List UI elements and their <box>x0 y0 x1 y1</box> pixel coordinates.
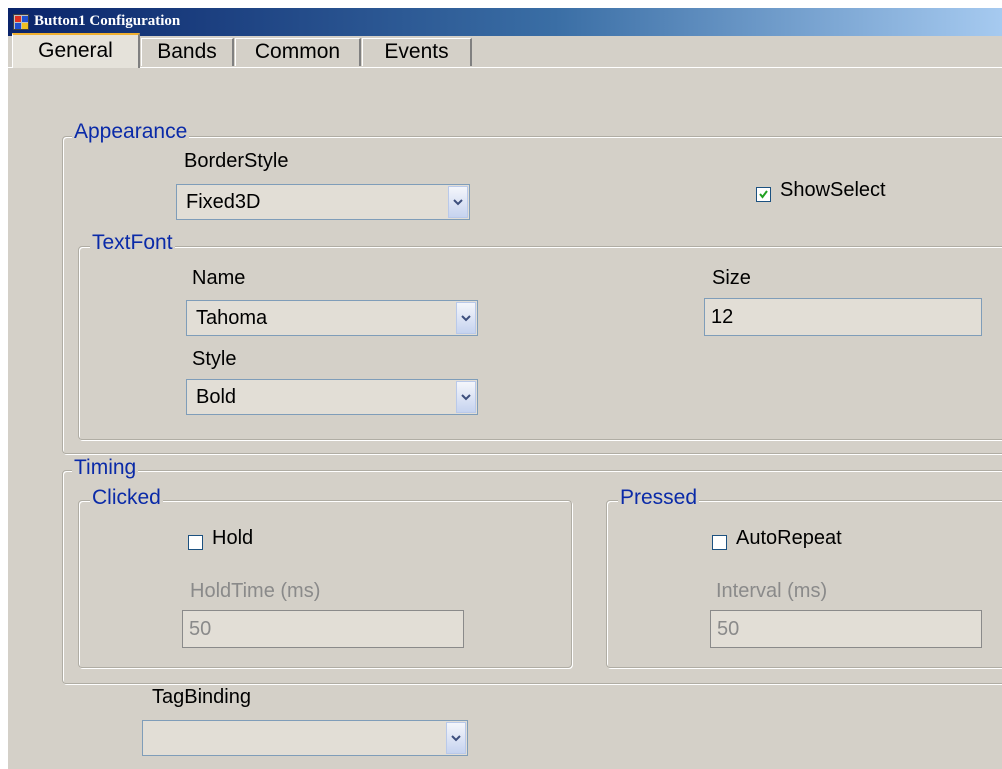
font-size-input[interactable]: 12 <box>704 298 982 336</box>
interval-input[interactable]: 50 <box>710 610 982 648</box>
interval-label: Interval (ms) <box>716 580 828 602</box>
border-style-combo[interactable]: Fixed3D <box>176 184 470 220</box>
hold-time-value: 50 <box>189 618 212 640</box>
pressed-legend: Pressed <box>618 486 700 510</box>
tag-binding-label: TagBinding <box>152 686 251 708</box>
chevron-down-icon[interactable] <box>456 302 476 334</box>
auto-repeat-checkbox[interactable] <box>712 535 727 550</box>
font-style-value: Bold <box>196 386 237 408</box>
hold-checkbox[interactable] <box>188 535 203 550</box>
clicked-legend: Clicked <box>90 486 163 510</box>
border-style-value: Fixed3D <box>186 191 261 213</box>
font-size-label: Size <box>712 267 751 289</box>
font-name-value: Tahoma <box>196 307 268 329</box>
auto-repeat-label: AutoRepeat <box>736 527 842 549</box>
hold-label: Hold <box>212 527 254 549</box>
general-tab-pane: Appearance BorderStyle Fixed3D ShowSelec… <box>10 68 1002 769</box>
chevron-down-icon[interactable] <box>446 722 466 754</box>
show-select-label: ShowSelect <box>780 179 886 201</box>
font-size-value: 12 <box>711 306 734 328</box>
tab-general[interactable]: General <box>12 33 140 68</box>
tab-events[interactable]: Events <box>362 38 472 66</box>
text-font-legend: TextFont <box>90 231 175 255</box>
window-title: Button1 Configuration <box>34 13 181 29</box>
font-name-label: Name <box>192 267 246 289</box>
app-icon <box>13 14 29 30</box>
chevron-down-icon[interactable] <box>448 186 468 218</box>
config-window: Button1 Configuration General Bands Comm… <box>8 8 1002 769</box>
timing-legend: Timing <box>72 456 139 480</box>
font-style-combo[interactable]: Bold <box>186 379 478 415</box>
font-name-combo[interactable]: Tahoma <box>186 300 478 336</box>
border-style-label: BorderStyle <box>184 150 289 172</box>
tag-binding-combo[interactable] <box>142 720 468 756</box>
tab-bands[interactable]: Bands <box>141 38 234 66</box>
show-select-checkbox[interactable] <box>756 187 771 202</box>
hold-time-label: HoldTime (ms) <box>190 580 321 602</box>
hold-time-input[interactable]: 50 <box>182 610 464 648</box>
title-bar[interactable]: Button1 Configuration <box>8 8 1002 36</box>
appearance-legend: Appearance <box>72 120 190 144</box>
chevron-down-icon[interactable] <box>456 381 476 413</box>
tab-common[interactable]: Common <box>235 38 361 66</box>
interval-value: 50 <box>717 618 740 640</box>
font-style-label: Style <box>192 348 237 370</box>
